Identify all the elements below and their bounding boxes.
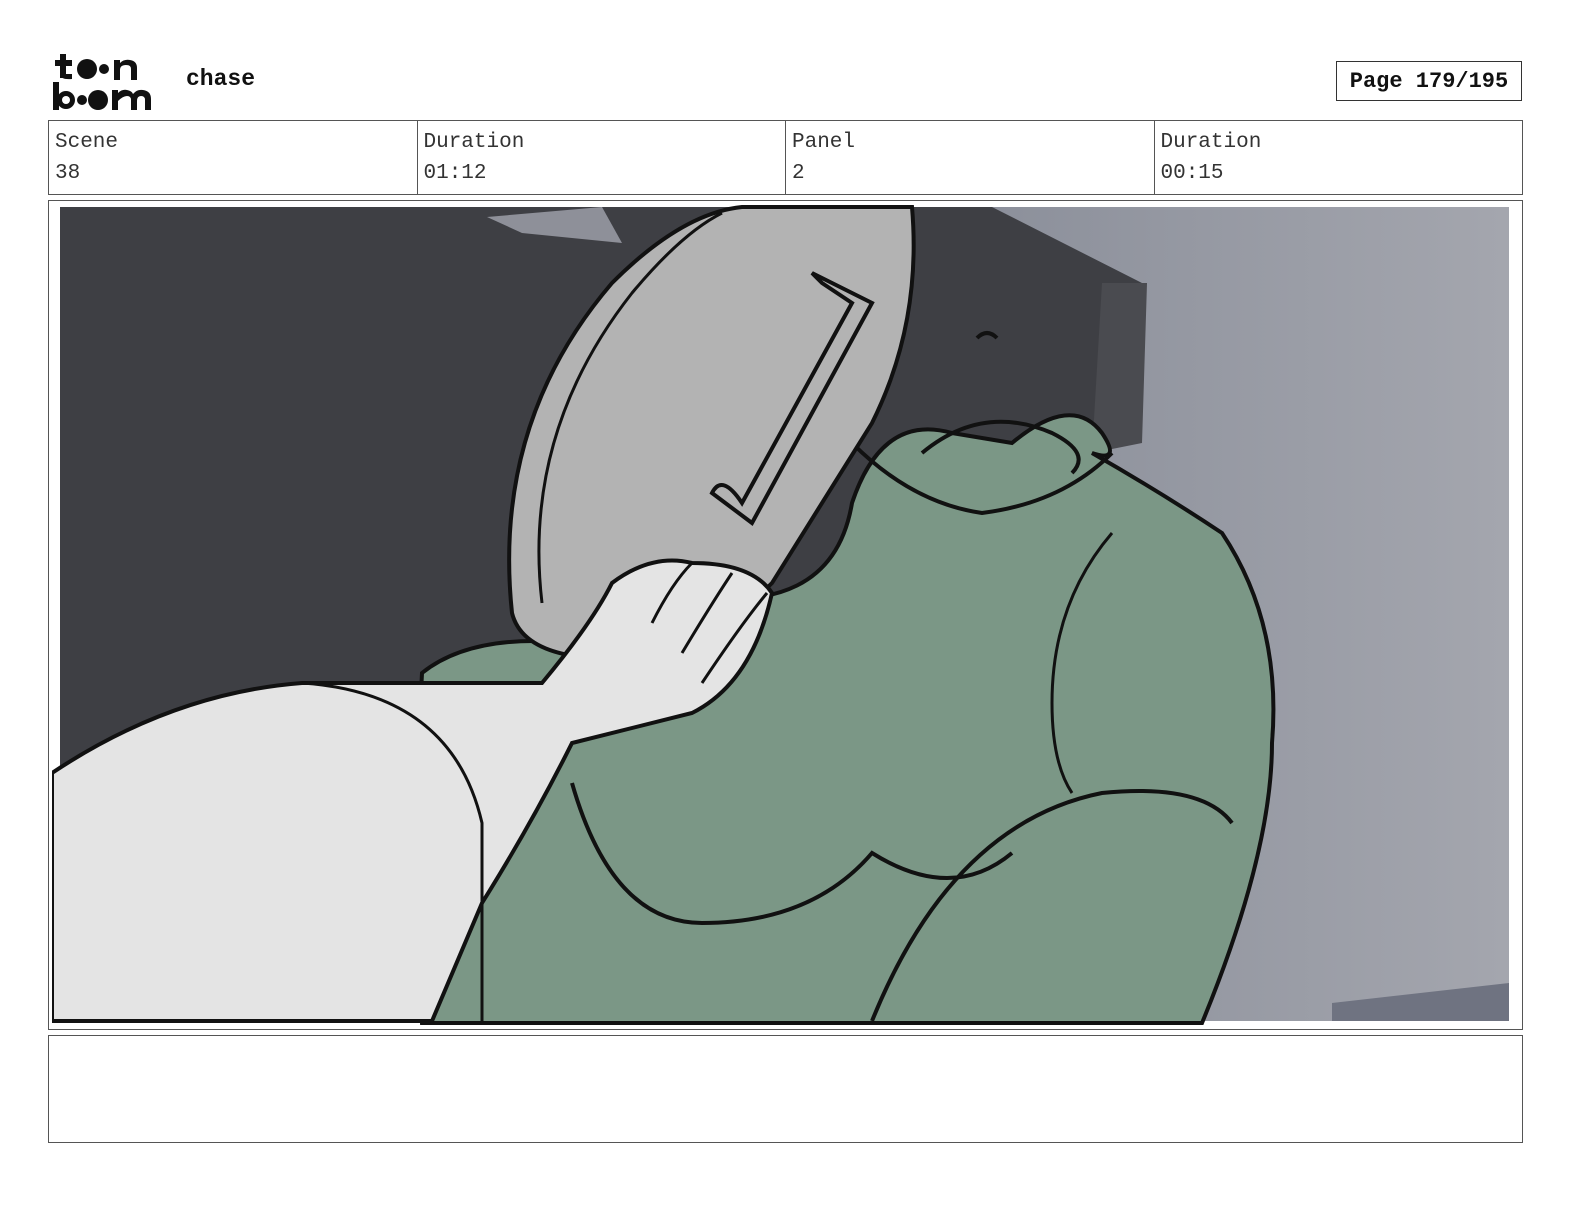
project-title: chase: [186, 66, 256, 92]
scene-duration-cell: Duration 01:12: [418, 121, 786, 194]
scene-duration-label: Duration: [423, 131, 525, 154]
scene-cell: Scene 38: [49, 121, 418, 194]
scene-label: Scene: [55, 131, 119, 154]
scene-duration-value: 01:12: [423, 162, 487, 185]
panel-value: 2: [792, 162, 805, 185]
panel-duration-value: 00:15: [1160, 162, 1224, 185]
panel-duration-cell: Duration 00:15: [1155, 121, 1523, 194]
scene-value: 38: [55, 162, 81, 185]
page-number: Page 179/195: [1336, 61, 1522, 101]
panel-duration-label: Duration: [1160, 131, 1262, 154]
panel-cell: Panel 2: [786, 121, 1155, 194]
panel-notes: [48, 1035, 1523, 1143]
toon-boom-logo: [53, 54, 151, 110]
panel-label: Panel: [792, 131, 856, 154]
storyboard-panel-image: [52, 205, 1509, 1025]
panel-info-table: Scene 38 Duration 01:12 Panel 2 Duration…: [48, 120, 1523, 195]
